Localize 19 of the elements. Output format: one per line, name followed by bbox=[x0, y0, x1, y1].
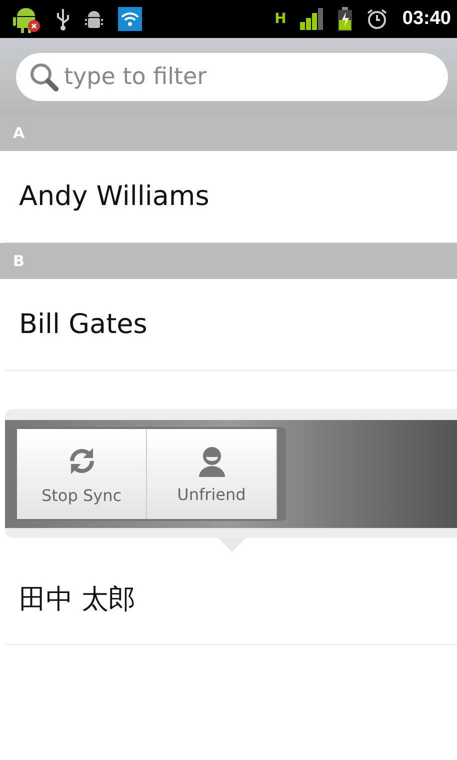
alarm-clock-icon bbox=[366, 8, 388, 30]
wifi-icon bbox=[118, 7, 142, 31]
contact-name[interactable]: 田中 太郎 bbox=[19, 580, 136, 616]
battery-charging-icon bbox=[338, 7, 352, 31]
signal-icon bbox=[300, 8, 324, 30]
contact-name[interactable]: Andy Williams bbox=[19, 181, 210, 212]
person-icon bbox=[196, 444, 226, 476]
clock-time: 03:40 bbox=[402, 8, 451, 30]
action-button[interactable]: Stop Sync bbox=[17, 429, 147, 519]
action-button[interactable]: Unfriend bbox=[147, 429, 277, 519]
section-header: B bbox=[0, 243, 457, 279]
search-field[interactable]: type to filter bbox=[16, 52, 448, 100]
network-type-label: H bbox=[274, 11, 286, 27]
section-header: A bbox=[0, 115, 457, 151]
android-error-icon bbox=[12, 5, 42, 33]
search-icon bbox=[28, 60, 60, 92]
usb-icon bbox=[56, 7, 70, 31]
bug-icon bbox=[84, 8, 104, 30]
contact-name[interactable]: Bill Gates bbox=[19, 309, 148, 340]
